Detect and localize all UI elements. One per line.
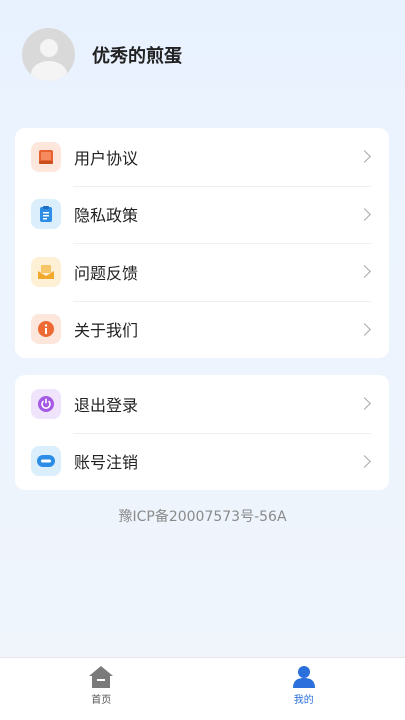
avatar[interactable] bbox=[22, 28, 75, 81]
menu-item-user-agreement[interactable]: 用户协议 bbox=[15, 128, 389, 186]
tab-home-label: 首页 bbox=[91, 695, 112, 706]
user-icon bbox=[292, 666, 315, 688]
menu-item-label: 账号注销 bbox=[74, 453, 139, 473]
menu-item-label: 关于我们 bbox=[74, 321, 139, 341]
tab-home[interactable]: 首页 bbox=[0, 658, 203, 720]
profile-header[interactable]: 优秀的煎蛋 bbox=[22, 28, 182, 81]
settings-card-account: 退出登录 账号注销 bbox=[15, 375, 389, 490]
toggle-icon bbox=[31, 446, 61, 477]
chevron-right-icon bbox=[358, 265, 371, 279]
chevron-right-icon bbox=[358, 150, 371, 164]
tab-mine[interactable]: 我的 bbox=[203, 658, 405, 720]
power-icon bbox=[31, 388, 61, 419]
menu-item-feedback[interactable]: 问题反馈 bbox=[15, 243, 389, 301]
menu-item-privacy-policy[interactable]: 隐私政策 bbox=[15, 185, 389, 244]
username: 优秀的煎蛋 bbox=[92, 45, 182, 67]
chevron-right-icon bbox=[358, 454, 371, 468]
menu-item-delete-account[interactable]: 账号注销 bbox=[15, 432, 389, 491]
tab-mine-label: 我的 bbox=[293, 695, 314, 706]
book-icon bbox=[31, 141, 61, 172]
menu-item-label: 用户协议 bbox=[74, 148, 139, 168]
chevron-right-icon bbox=[358, 322, 371, 336]
menu-item-about-us[interactable]: 关于我们 bbox=[15, 300, 389, 359]
info-icon bbox=[31, 314, 61, 345]
home-icon bbox=[89, 666, 114, 688]
settings-card-primary: 用户协议 隐私政策 问题反馈 关于我们 bbox=[15, 128, 389, 358]
chevron-right-icon bbox=[358, 207, 371, 221]
icp-registration[interactable]: 豫ICP备20007573号-56A bbox=[0, 506, 405, 526]
menu-item-label: 隐私政策 bbox=[74, 206, 139, 226]
mail-icon bbox=[31, 256, 61, 287]
menu-item-label: 问题反馈 bbox=[74, 263, 139, 283]
menu-item-logout[interactable]: 退出登录 bbox=[15, 375, 389, 433]
menu-item-label: 退出登录 bbox=[74, 395, 139, 415]
chevron-right-icon bbox=[358, 397, 371, 411]
bottom-tab-bar: 首页 我的 bbox=[0, 657, 405, 720]
clipboard-icon bbox=[31, 199, 61, 230]
